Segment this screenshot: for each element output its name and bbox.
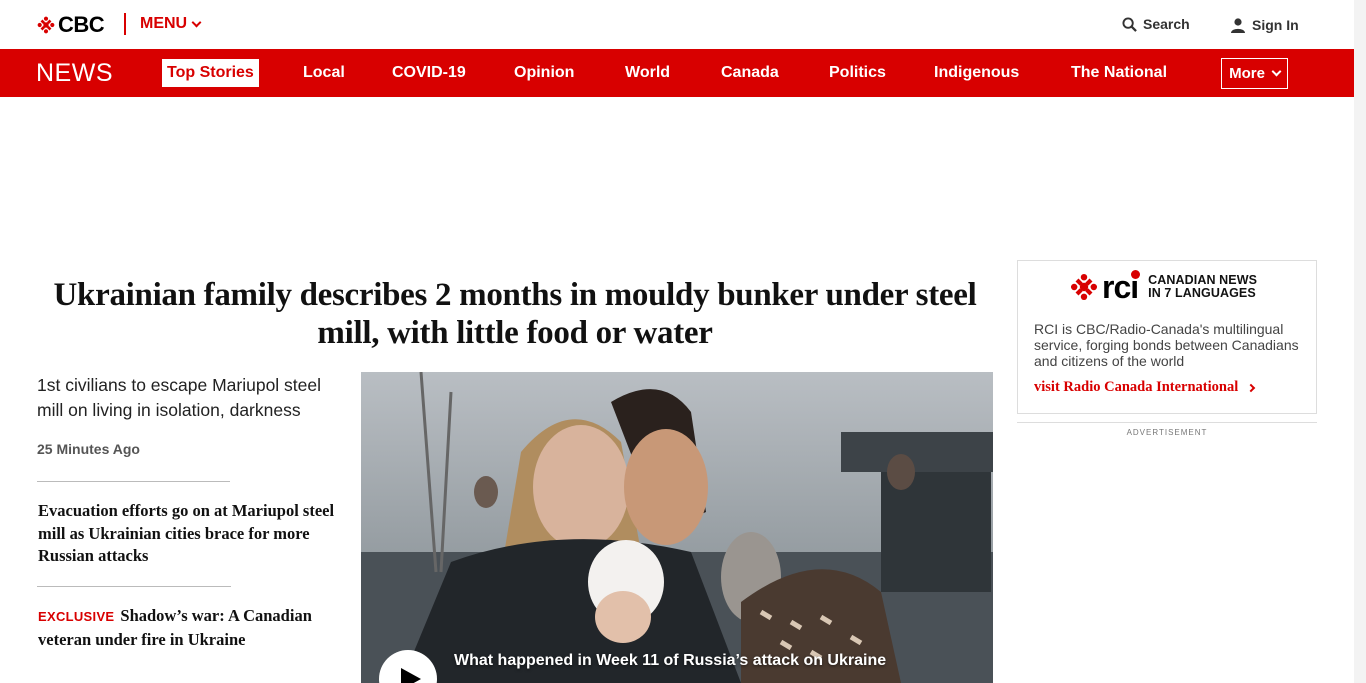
cbc-gem-icon [1070,273,1098,301]
sign-in-label: Sign In [1252,17,1299,33]
nav-item-the-national[interactable]: The National [1071,63,1167,83]
nav-item-world[interactable]: World [625,63,670,83]
rci-dot-icon [1131,270,1141,279]
rci-logo[interactable]: rci CANADIAN NEWS IN 7 LANGUAGES [1070,270,1257,303]
chevron-right-icon [1247,383,1256,392]
lead-deck[interactable]: 1st civilians to escape Mariupol steel m… [37,373,347,423]
menu-button[interactable]: MENU [140,15,202,33]
chevron-down-icon [191,17,202,27]
sign-in-button[interactable]: Sign In [1231,17,1299,33]
divider [1017,422,1317,423]
cbc-logo-text: CBC [58,12,105,37]
lead-video-thumbnail[interactable]: What happened in Week 11 of Russia’s att… [361,372,993,683]
header-divider [124,13,126,35]
rci-promo: rci CANADIAN NEWS IN 7 LANGUAGES RCI is … [1017,260,1317,414]
lead-headline[interactable]: Ukrainian family describes 2 months in m… [37,276,993,352]
lead-timestamp: 25 Minutes Ago [37,441,140,457]
top-header: CBC MENU Search Sign In [0,0,1354,49]
news-section-title[interactable]: NEWS [36,60,113,86]
related-story-link[interactable]: Evacuation efforts go on at Mariupol ste… [38,500,343,568]
news-nav-bar: NEWS Top Stories Local COVID-19 Opinion … [0,49,1354,97]
user-icon [1231,17,1245,33]
cbc-gem-icon [37,16,55,34]
nav-item-opinion[interactable]: Opinion [514,63,574,83]
more-button[interactable]: More [1221,58,1288,89]
related-story-link[interactable]: EXCLUSIVE Shadow’s war: A Canadian vetera… [38,605,343,651]
chevron-down-icon [1271,66,1282,77]
cbc-logo[interactable]: CBC [37,12,105,37]
rci-logo-wordmark: rci [1102,270,1141,303]
nav-item-canada[interactable]: Canada [721,63,779,83]
search-button[interactable]: Search [1122,16,1190,32]
nav-item-politics[interactable]: Politics [829,63,886,83]
rci-link[interactable]: visit Radio Canada International [1034,379,1256,396]
nav-item-covid-19[interactable]: COVID-19 [392,63,466,83]
nav-item-local[interactable]: Local [303,63,345,83]
advertisement-label: ADVERTISEMENT [1126,428,1208,437]
search-label: Search [1143,16,1190,32]
nav-item-top-stories[interactable]: Top Stories [162,59,259,87]
nav-item-indigenous[interactable]: Indigenous [934,63,1019,83]
menu-label: MENU [140,15,188,32]
rci-description: RCI is CBC/Radio-Canada's multilingual s… [1034,321,1299,369]
divider [37,586,231,587]
search-icon [1122,16,1137,32]
rci-tagline: CANADIAN NEWS IN 7 LANGUAGES [1148,274,1257,300]
rci-link-label: visit Radio Canada International [1034,379,1239,395]
rci-tagline-line-2: IN 7 LANGUAGES [1148,286,1256,300]
divider [37,481,230,482]
exclusive-badge: EXCLUSIVE [38,609,115,624]
lead-photo [361,372,993,683]
video-caption: What happened in Week 11 of Russia’s att… [454,652,887,669]
more-label: More [1229,65,1265,82]
scrollbar[interactable] [1354,0,1366,683]
